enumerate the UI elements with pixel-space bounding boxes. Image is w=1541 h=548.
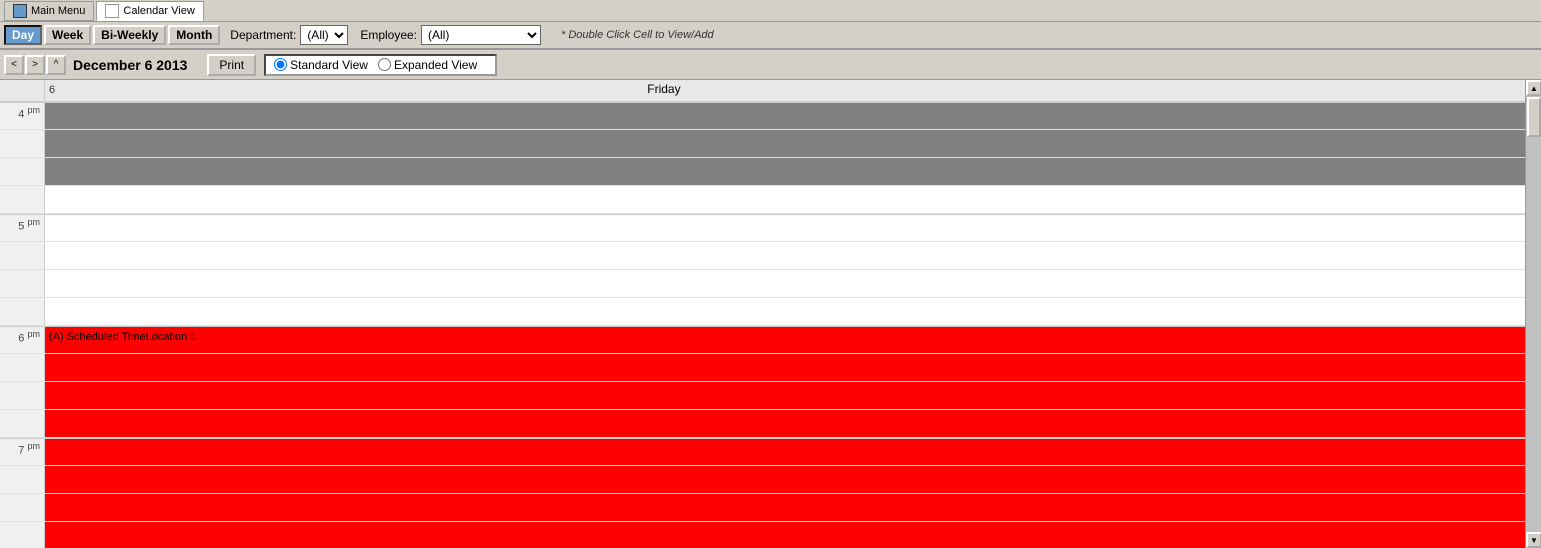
month-button[interactable]: Month bbox=[168, 25, 220, 45]
slot-7pm-3 bbox=[0, 494, 1525, 522]
time-7pm: 7 pm bbox=[0, 439, 44, 465]
slot-7pm-2 bbox=[0, 466, 1525, 494]
employee-label: Employee: bbox=[360, 28, 417, 42]
cell-6pm-1[interactable]: (A) Scheduled TimeLocation 1 bbox=[44, 327, 1525, 353]
standard-view-radio[interactable] bbox=[274, 58, 287, 71]
cell-7pm-4[interactable] bbox=[44, 522, 1525, 548]
expanded-view-radio[interactable] bbox=[378, 58, 391, 71]
cell-6pm-4[interactable] bbox=[44, 410, 1525, 437]
main-menu-icon bbox=[13, 4, 27, 18]
cell-5pm-3[interactable] bbox=[44, 270, 1525, 297]
day-number: 6 bbox=[49, 84, 55, 96]
event-label: (A) Scheduled TimeLocation 1 bbox=[49, 331, 196, 343]
slot-4pm-1: 4 pm bbox=[0, 102, 1525, 130]
day-name: Friday bbox=[647, 82, 680, 96]
main-menu-label: Main Menu bbox=[31, 5, 85, 17]
view-options: Standard View Expanded View bbox=[264, 54, 497, 76]
slot-5pm-1: 5 pm bbox=[0, 214, 1525, 242]
calendar-icon bbox=[105, 4, 119, 18]
day-header-cell: 6 Friday bbox=[44, 80, 1525, 101]
scroll-down-button[interactable]: ▼ bbox=[1526, 532, 1541, 548]
main-menu-tab[interactable]: Main Menu bbox=[4, 1, 94, 21]
cell-5pm-2[interactable] bbox=[44, 242, 1525, 269]
title-bar: Main Menu Calendar View bbox=[0, 0, 1541, 22]
cell-7pm-1[interactable] bbox=[44, 439, 1525, 465]
slot-5pm-4 bbox=[0, 298, 1525, 326]
calendar-area: 6 Friday 4 pm bbox=[0, 80, 1541, 548]
cell-7pm-2[interactable] bbox=[44, 466, 1525, 493]
slot-7pm-4 bbox=[0, 522, 1525, 548]
day-button[interactable]: Day bbox=[4, 25, 42, 45]
employee-select[interactable]: (All) bbox=[421, 25, 541, 45]
slot-5pm-2 bbox=[0, 242, 1525, 270]
cell-5pm-4[interactable] bbox=[44, 298, 1525, 325]
grid-wrapper: 6 Friday 4 pm bbox=[0, 80, 1525, 548]
slot-6pm-2 bbox=[0, 354, 1525, 382]
day-header: 6 Friday bbox=[0, 80, 1525, 102]
print-button[interactable]: Print bbox=[207, 54, 256, 76]
calendar-view-label: Calendar View bbox=[123, 5, 194, 17]
expanded-view-label: Expanded View bbox=[394, 58, 477, 72]
cell-6pm-3[interactable] bbox=[44, 382, 1525, 409]
time-4pm: 4 pm bbox=[0, 103, 44, 129]
slot-4pm-4 bbox=[0, 186, 1525, 214]
scroll-thumb[interactable] bbox=[1527, 97, 1541, 137]
cell-6pm-2[interactable] bbox=[44, 354, 1525, 381]
cell-4pm-1[interactable] bbox=[44, 103, 1525, 129]
header-time-gutter bbox=[0, 80, 44, 101]
scroll-track bbox=[1526, 96, 1541, 532]
scrollbar[interactable]: ▲ ▼ bbox=[1525, 80, 1541, 548]
slot-6pm-1: 6 pm (A) Scheduled TimeLocation 1 bbox=[0, 326, 1525, 354]
standard-view-label: Standard View bbox=[290, 58, 368, 72]
slot-4pm-2 bbox=[0, 130, 1525, 158]
slot-4pm-3 bbox=[0, 158, 1525, 186]
calendar-view-tab[interactable]: Calendar View bbox=[96, 1, 203, 21]
cell-4pm-4[interactable] bbox=[44, 186, 1525, 213]
time-5pm: 5 pm bbox=[0, 215, 44, 241]
cell-4pm-3[interactable] bbox=[44, 158, 1525, 185]
hint-text: * Double Click Cell to View/Add bbox=[561, 29, 714, 41]
date-title: December 6 2013 bbox=[73, 57, 187, 73]
department-label: Department: bbox=[230, 28, 296, 42]
biweekly-button[interactable]: Bi-Weekly bbox=[93, 25, 166, 45]
department-select[interactable]: (All) bbox=[300, 25, 348, 45]
slot-7pm-1: 7 pm bbox=[0, 438, 1525, 466]
time-6pm: 6 pm bbox=[0, 327, 44, 353]
slot-6pm-4 bbox=[0, 410, 1525, 438]
nav-bar: Day Week Bi-Weekly Month Department: (Al… bbox=[0, 22, 1541, 50]
next-button[interactable]: > bbox=[25, 55, 45, 75]
toolbar-row: < > ^ December 6 2013 Print Standard Vie… bbox=[0, 50, 1541, 80]
prev-button[interactable]: < bbox=[4, 55, 24, 75]
expanded-view-option[interactable]: Expanded View bbox=[378, 58, 477, 72]
time-grid: 4 pm 5 pm bbox=[0, 102, 1525, 548]
cell-4pm-2[interactable] bbox=[44, 130, 1525, 157]
week-button[interactable]: Week bbox=[44, 25, 91, 45]
up-button[interactable]: ^ bbox=[46, 55, 66, 75]
slot-6pm-3 bbox=[0, 382, 1525, 410]
nav-arrows: < > ^ bbox=[4, 55, 67, 75]
cell-7pm-3[interactable] bbox=[44, 494, 1525, 521]
cell-5pm-1[interactable] bbox=[44, 215, 1525, 241]
scroll-up-button[interactable]: ▲ bbox=[1526, 80, 1541, 96]
slot-5pm-3 bbox=[0, 270, 1525, 298]
standard-view-option[interactable]: Standard View bbox=[274, 58, 368, 72]
